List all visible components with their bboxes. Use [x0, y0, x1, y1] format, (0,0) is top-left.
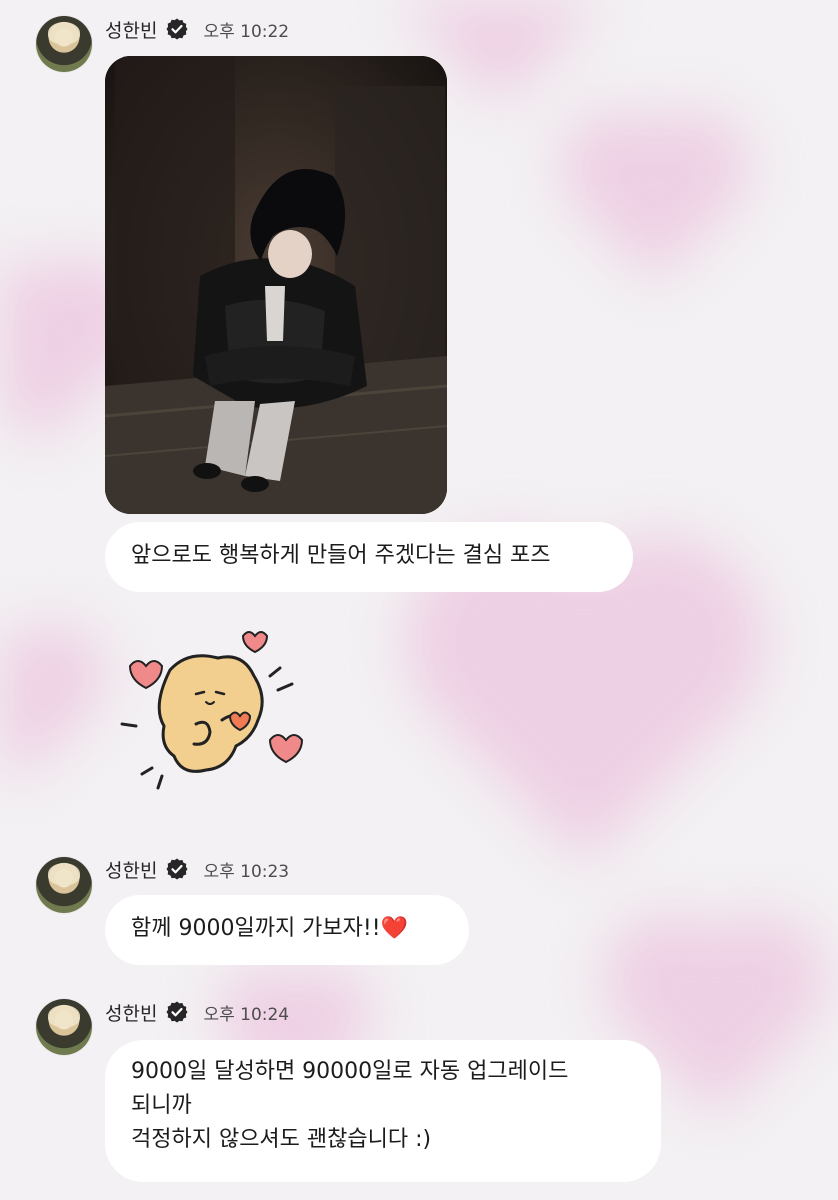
message-text: 함께 9000일까지 가보자!!	[131, 916, 381, 941]
message-time: 오후 10:24	[203, 1004, 290, 1025]
message-time: 오후 10:23	[203, 861, 290, 882]
sender-name[interactable]: 성한빈	[105, 856, 157, 883]
red-heart-emoji: ❤️	[380, 916, 408, 941]
message-bubble[interactable]: 9000일 달성하면 90000일로 자동 업그레이드 되니까 걱정하지 않으셔…	[105, 1040, 661, 1182]
message-bubble[interactable]: 앞으로도 행복하게 만들어 주겠다는 결심 포즈	[105, 522, 633, 592]
message-text: 앞으로도 행복하게 만들어 주겠다는 결심 포즈	[131, 543, 551, 568]
avatar[interactable]	[36, 999, 92, 1055]
verified-badge-icon	[165, 1000, 189, 1024]
message-line: 걱정하지 않으셔도 괜찮습니다 :)	[131, 1127, 432, 1152]
message-time: 오후 10:22	[203, 21, 290, 42]
sender-name[interactable]: 성한빈	[105, 999, 157, 1026]
message-line: 되니까	[131, 1093, 192, 1118]
avatar[interactable]	[36, 857, 92, 913]
message-line: 9000일 달성하면 90000일로 자동 업그레이드	[131, 1059, 569, 1084]
verified-badge-icon	[165, 857, 189, 881]
message-meta: 성한빈 오후 10:22	[105, 14, 289, 44]
sender-name[interactable]: 성한빈	[105, 16, 157, 43]
message-bubble[interactable]: 함께 9000일까지 가보자!!❤️	[105, 895, 469, 965]
heart-character-sticker[interactable]	[118, 628, 308, 803]
message-meta: 성한빈 오후 10:23	[105, 854, 289, 884]
avatar[interactable]	[36, 16, 92, 72]
message-meta: 성한빈 오후 10:24	[105, 997, 289, 1027]
verified-badge-icon	[165, 17, 189, 41]
photo-attachment[interactable]	[105, 56, 447, 514]
